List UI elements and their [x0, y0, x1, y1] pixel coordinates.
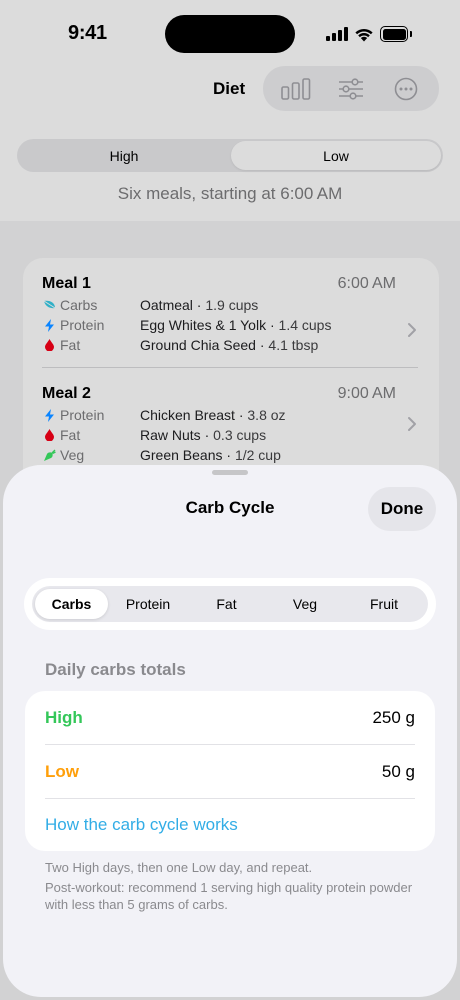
food-name: Egg Whites & 1 Yolk [140, 317, 267, 333]
tab-fat[interactable]: Fat [188, 589, 265, 619]
total-row-low[interactable]: Low 50 g [45, 745, 415, 798]
macro-tabs-container: Carbs Protein Fat Veg Fruit [24, 578, 436, 630]
meals-subtitle: Six meals, starting at 6:00 AM [117, 184, 343, 203]
tab-fruit[interactable]: Fruit [345, 589, 423, 619]
meal-item: Fat Ground Chia Seed · 4.1 tbsp [42, 336, 318, 354]
tab-carbs[interactable]: Carbs [35, 589, 108, 619]
divider [42, 367, 418, 368]
carbs-leaf-icon [42, 298, 56, 312]
tab-veg[interactable]: Veg [265, 589, 345, 619]
wifi-icon [355, 28, 373, 42]
meal-item: Veg Green Beans · 1/2 cup [42, 446, 281, 464]
macro-label: Carbs [60, 297, 98, 313]
macro-label: Protein [60, 407, 105, 423]
food-name: Raw Nuts [140, 427, 201, 443]
meal-item: Carbs Oatmeal · 1.9 cups [42, 296, 258, 314]
status-bar: 9:41 [0, 0, 460, 62]
meal-row[interactable]: Meal 1 6:00 AM Carbs Oatmeal · 1.9 cups … [42, 275, 418, 355]
fat-drop-icon [42, 428, 56, 442]
daily-totals-list: High 250 g Low 50 g How the carb cycle w… [25, 691, 435, 851]
status-time: 9:41 [68, 22, 107, 44]
more-button[interactable] [386, 69, 426, 109]
total-label: Low [45, 761, 79, 781]
meal-item: Protein Chicken Breast · 3.8 oz [42, 406, 286, 424]
how-carb-cycle-works-link[interactable]: How the carb cycle works [45, 798, 238, 851]
meal-time: 6:00 AM [337, 275, 396, 292]
carb-cycle-sheet: Carb Cycle Done Carbs Protein Fat Veg Fr… [3, 465, 457, 997]
segment-low[interactable]: Low [231, 141, 441, 170]
status-icons [326, 25, 412, 43]
food-amount: 3.8 oz [247, 407, 286, 423]
bar-chart-icon [281, 77, 311, 100]
dynamic-island [165, 15, 295, 53]
total-value: 250 g [372, 707, 415, 727]
macro-tabs: Carbs Protein Fat Veg Fruit [32, 586, 428, 622]
more-icon [394, 77, 417, 100]
tab-protein[interactable]: Protein [108, 589, 188, 619]
done-button[interactable]: Done [368, 487, 436, 531]
filter-button[interactable] [331, 69, 371, 109]
section-label: Daily carbs totals [45, 660, 186, 679]
food-name: Chicken Breast [140, 407, 235, 423]
veg-carrot-icon [42, 448, 56, 462]
high-low-segmented-control: High Low [17, 139, 443, 172]
meal-title: Meal 2 [42, 385, 91, 402]
sheet-grabber[interactable] [212, 470, 248, 475]
food-name: Oatmeal [140, 297, 193, 313]
nav-toolbar [263, 66, 439, 111]
footnote: Two High days, then one Low day, and rep… [45, 860, 313, 875]
total-value: 50 g [381, 761, 415, 781]
food-name: Green Beans [140, 447, 223, 463]
footnote: Post-workout: recommend 1 serving high q… [45, 880, 413, 912]
food-amount: 1.4 cups [278, 317, 332, 333]
battery-icon [380, 26, 412, 42]
food-amount: 4.1 tbsp [268, 337, 319, 353]
bar-chart-button[interactable] [276, 69, 316, 109]
macro-label: Protein [60, 317, 105, 333]
food-amount: 1.9 cups [205, 297, 259, 313]
macro-label: Fat [60, 427, 81, 443]
meal-row[interactable]: Meal 2 9:00 AM Protein Chicken Breast · … [42, 385, 418, 465]
macro-label: Fat [60, 337, 81, 353]
fat-drop-icon [42, 338, 56, 352]
food-name: Ground Chia Seed [140, 337, 256, 353]
sliders-icon [338, 77, 363, 100]
cellular-signal-icon [326, 27, 348, 41]
meal-item: Fat Raw Nuts · 0.3 cups [42, 426, 266, 444]
protein-bolt-icon [42, 408, 56, 422]
food-amount: 0.3 cups [213, 427, 267, 443]
chevron-right-icon [408, 323, 416, 337]
meal-time: 9:00 AM [337, 385, 396, 402]
total-label: High [45, 707, 83, 727]
total-row-high[interactable]: High 250 g [45, 691, 415, 744]
food-amount: 1/2 cup [234, 447, 281, 463]
segment-high[interactable]: High [19, 141, 229, 170]
protein-bolt-icon [42, 318, 56, 332]
chevron-right-icon [408, 417, 416, 431]
meal-title: Meal 1 [42, 275, 91, 292]
meal-item: Protein Egg Whites & 1 Yolk · 1.4 cups [42, 316, 331, 334]
nav-title: Diet [213, 79, 246, 98]
macro-label: Veg [60, 447, 85, 463]
